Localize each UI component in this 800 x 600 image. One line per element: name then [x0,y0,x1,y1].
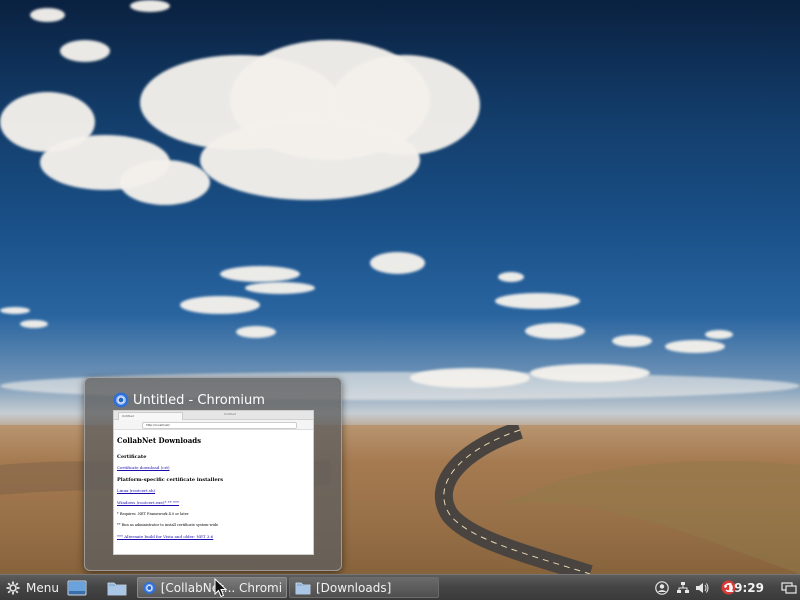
menu-button[interactable]: Menu [2,577,63,598]
chromium-icon [143,581,156,594]
taskbar: Menu [CollabNet... Chromi... [Downloads] [0,574,800,600]
clock[interactable]: 19:29 [726,577,764,598]
workspace-switcher-icon [781,581,797,594]
volume-icon [696,582,709,593]
section-heading-certificate: Certificate [117,454,147,460]
user-icon [655,580,669,595]
mouse-cursor-icon [214,578,228,598]
task-label: [Downloads] [316,580,392,595]
thumbnail-tab: Untitled [118,412,183,420]
linux-mint-icon [6,581,20,594]
show-desktop-launcher[interactable] [66,577,88,598]
page-heading: CollabNet Downloads [117,436,202,445]
section-heading-platform: Platform-specific certificate installers [117,477,224,483]
show-desktop-icon [67,580,87,595]
footnote-1: * Requires .NET Framework 4.0 or later [117,512,189,516]
task-chromium[interactable]: [CollabNet... Chromi... [137,577,287,598]
thumbnail-address-bar: http://localhost/ [142,422,297,429]
user-applet[interactable] [653,577,671,598]
volume-applet[interactable] [693,577,711,598]
folder-icon [107,582,127,595]
network-applet[interactable] [674,577,692,598]
thumbnail-tab-strip: Untitled Untitled [114,411,313,420]
footnote-3: *** Alternate build for Vista and older:… [117,534,214,539]
link-linux-installer: Linux (rootcert.sh) [117,488,156,493]
thumbnail-page-content: CollabNet Downloads Certificate Certific… [114,430,313,549]
folder-icon [295,582,311,594]
chromium-icon [113,392,129,408]
link-windows-installer: Windows (rootcert.exe)* ** *** [117,500,180,505]
thumbnail-window-title: Untitled [224,412,236,416]
footnote-2: ** Run as administrator to install certi… [117,523,219,527]
files-launcher[interactable] [106,577,128,598]
preview-title: Untitled - Chromium [133,392,265,408]
preview-title-bar: Untitled - Chromium [113,392,265,408]
workspace-switcher[interactable] [780,577,798,598]
task-downloads[interactable]: [Downloads] [289,577,439,598]
menu-label: Menu [26,580,59,595]
link-certificate-download: Certificate download (crt) [117,465,170,470]
network-icon [677,581,689,593]
thumbnail-toolbar: http://localhost/ [114,420,313,430]
window-preview-popup[interactable]: Untitled - Chromium Untitled Untitled ht… [84,377,342,571]
window-thumbnail[interactable]: Untitled Untitled http://localhost/ Coll… [113,410,314,555]
